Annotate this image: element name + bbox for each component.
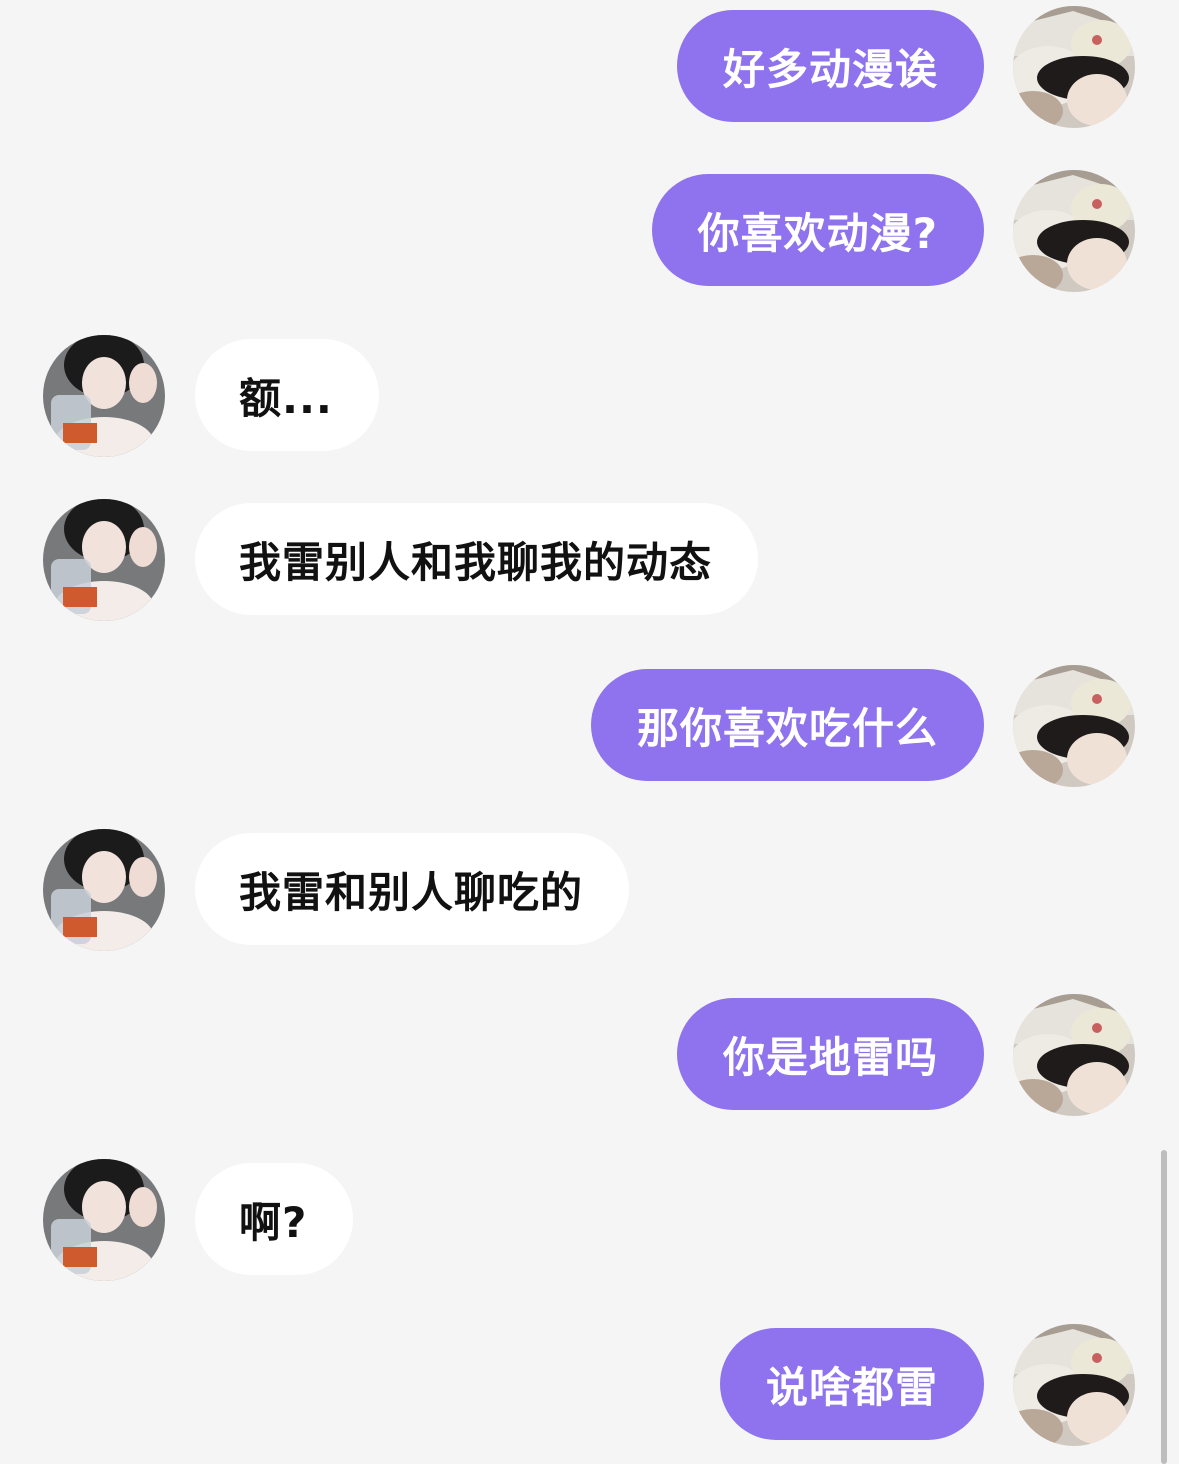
self-avatar[interactable] [1013, 994, 1135, 1116]
message-bubble-outgoing[interactable]: 那你喜欢吃什么 [590, 669, 984, 781]
message-text: 那你喜欢吃什么 [636, 703, 938, 753]
message-text: 你是地雷吗 [722, 1032, 938, 1082]
message-bubble-outgoing[interactable]: 说啥都雷 [719, 1328, 984, 1440]
message-text: 你喜欢动漫? [697, 208, 938, 258]
message-text: 好多动漫诶 [722, 44, 938, 94]
message-text: 我雷和别人聊吃的 [239, 867, 584, 917]
message-bubble-incoming[interactable]: 我雷和别人聊吃的 [195, 833, 630, 945]
self-avatar[interactable] [1013, 170, 1135, 292]
scrollbar[interactable] [1161, 1150, 1167, 1464]
contact-avatar[interactable] [43, 829, 165, 951]
message-text: 啊? [239, 1197, 308, 1247]
contact-avatar[interactable] [43, 499, 165, 621]
message-bubble-incoming[interactable]: 额... [195, 339, 379, 451]
message-text: 我雷别人和我聊我的动态 [239, 537, 713, 587]
chat-thread[interactable]: 好多动漫诶 你喜欢动漫? 额... 我雷别人和我聊我的动态 那你喜欢吃什么 我雷… [0, 0, 1179, 1464]
self-avatar[interactable] [1013, 665, 1135, 787]
message-bubble-outgoing[interactable]: 好多动漫诶 [676, 10, 984, 122]
message-bubble-outgoing[interactable]: 你喜欢动漫? [651, 174, 984, 286]
message-text: 额... [239, 373, 333, 423]
self-avatar[interactable] [1013, 6, 1135, 128]
message-bubble-outgoing[interactable]: 你是地雷吗 [676, 998, 984, 1110]
contact-avatar[interactable] [43, 1159, 165, 1281]
contact-avatar[interactable] [43, 335, 165, 457]
message-text: 说啥都雷 [765, 1362, 938, 1412]
message-bubble-incoming[interactable]: 我雷别人和我聊我的动态 [195, 503, 759, 615]
message-bubble-incoming[interactable]: 啊? [195, 1163, 354, 1275]
self-avatar[interactable] [1013, 1324, 1135, 1446]
